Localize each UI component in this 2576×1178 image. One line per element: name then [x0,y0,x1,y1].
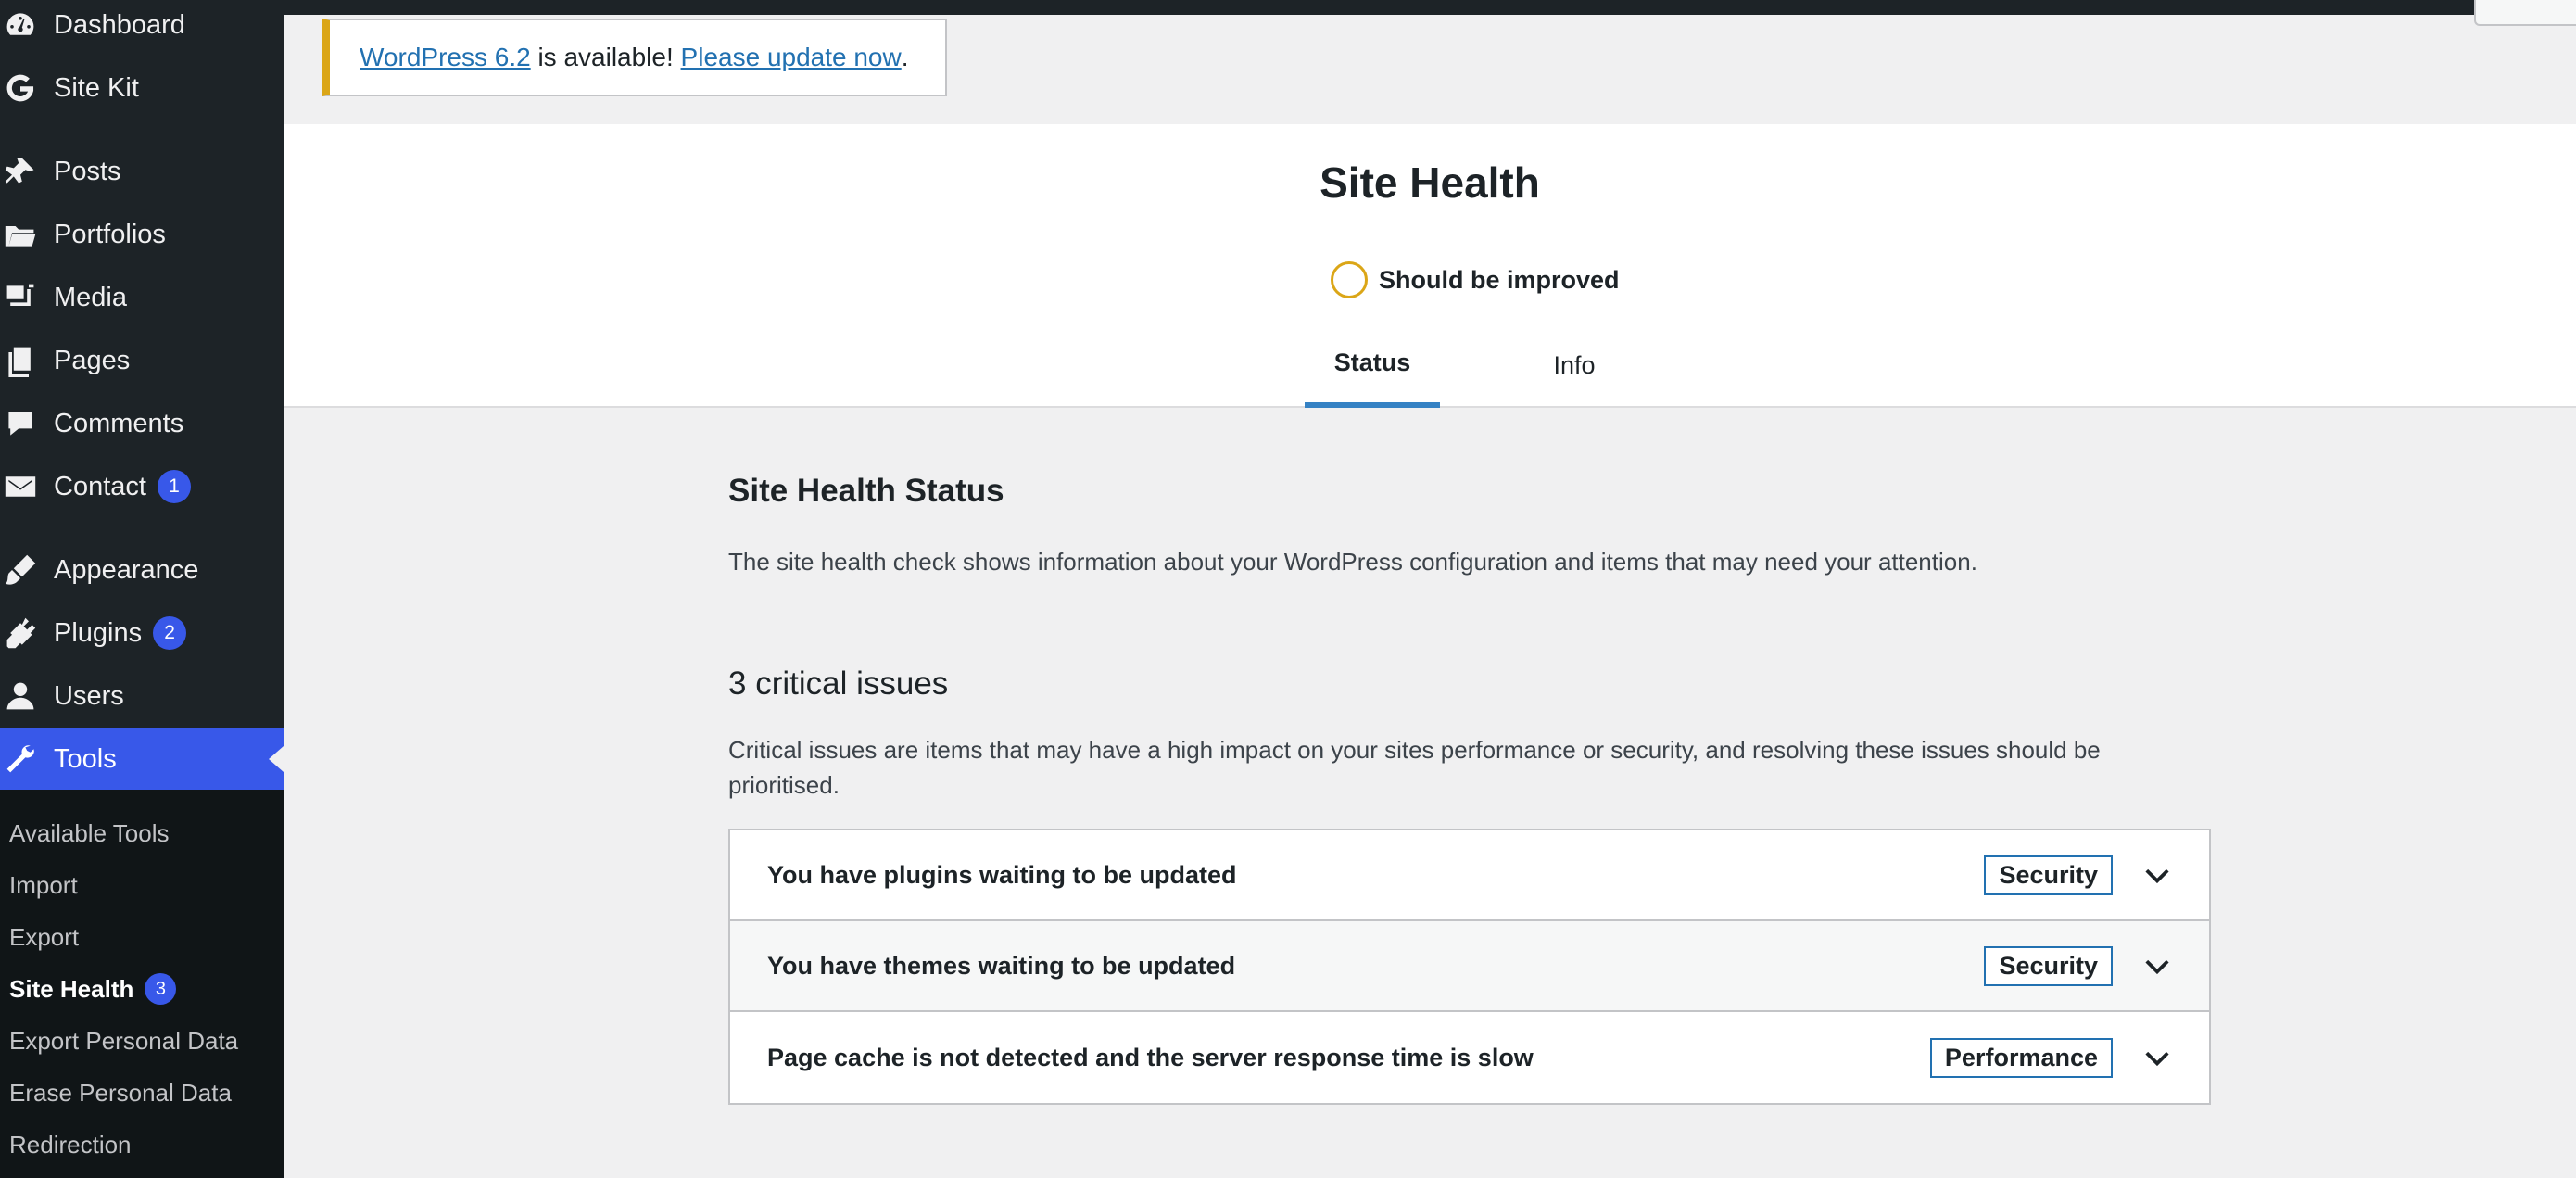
sidebar-item-label: Site Kit [54,72,139,103]
admin-bar [0,0,2576,15]
contact-count-badge: 1 [157,470,191,503]
site-health-count-badge: 3 [145,973,177,1005]
sidebar-item-label: Dashboard [54,9,185,40]
issue-badge: Performance [1929,1037,2113,1078]
sidebar-item-dashboard[interactable]: Dashboard [0,0,284,56]
sidebar-item-label: Pages [54,345,131,375]
sidebar-item-label: Users [54,680,124,711]
wordpress-version-link[interactable]: WordPress 6.2 [360,43,531,72]
submenu-item-import[interactable]: Import [9,865,78,906]
critical-issues-description: Critical issues are items that may have … [728,736,2101,799]
current-menu-arrow [269,746,284,772]
sidebar-item-users[interactable]: Users [0,665,284,727]
notice-end: . [901,43,909,71]
health-rating: Should be improved [1331,261,1620,298]
submenu-item-erase-personal-data[interactable]: Erase Personal Data [9,1072,232,1113]
comment-icon [2,405,39,442]
submenu-item-redirection[interactable]: Redirection [9,1124,132,1165]
tab-status[interactable]: Status [1305,323,1440,408]
issue-badge: Security [1984,945,2113,986]
issue-title: You have plugins waiting to be updated [767,860,1237,889]
submenu-item-site-health[interactable]: Site Health 3 [9,969,177,1009]
google-g-icon [2,70,39,107]
chevron-down-icon[interactable] [2139,947,2176,984]
notice-text: is available! [530,43,681,71]
submenu-item-export[interactable]: Export [9,917,79,957]
issue-title: You have themes waiting to be updated [767,951,1236,980]
sidebar-item-label: Posts [54,156,121,186]
sidebar-item-media[interactable]: Media [0,267,284,328]
sidebar-item-site-kit[interactable]: Site Kit [0,57,284,119]
user-icon [2,678,39,715]
sidebar-item-label: Comments [54,408,184,438]
sidebar-item-label: Portfolios [54,219,166,249]
sidebar-item-label: Media [54,282,127,312]
status-heading: Site Health Status [728,473,1004,509]
brush-icon [2,551,39,589]
issue-title: Page cache is not detected and the serve… [767,1043,1534,1071]
page-title: Site Health [1320,158,1540,207]
sidebar-item-label: Contact [54,471,146,501]
tab-info[interactable]: Info [1507,323,1642,408]
progress-ring-icon [1331,261,1368,298]
sidebar-item-pages[interactable]: Pages [0,330,284,391]
sidebar-item-plugins[interactable]: Plugins 2 [0,602,284,664]
issue-row[interactable]: Page cache is not detected and the serve… [730,1012,2209,1103]
submenu-item-label: Site Health [9,974,134,1003]
submenu-item-available-tools[interactable]: Available Tools [9,813,170,854]
plugins-count-badge: 2 [153,616,187,650]
issue-badge: Security [1984,855,2113,895]
media-icon [2,279,39,316]
tools-submenu: Available Tools Import Export Site Healt… [0,790,284,1178]
mail-icon [2,468,39,505]
sidebar-item-label: Plugins [54,617,143,648]
folder-icon [2,216,39,253]
site-health-header: Site Health Should be improved Status In… [284,124,2576,408]
chevron-down-icon[interactable] [2139,856,2176,893]
issue-row[interactable]: You have themes waiting to be updated Se… [730,921,2209,1012]
dashboard-icon [2,6,39,44]
issue-row[interactable]: You have plugins waiting to be updated S… [730,830,2209,921]
update-now-link[interactable]: Please update now [681,43,902,72]
sidebar-item-appearance[interactable]: Appearance [0,539,284,601]
update-notice: WordPress 6.2 is available! Please updat… [322,19,947,96]
wrench-icon [2,741,39,778]
rating-label: Should be improved [1379,265,1620,294]
sidebar-item-contact[interactable]: Contact 1 [0,456,284,517]
critical-issues-list: You have plugins waiting to be updated S… [728,829,2211,1105]
pin-icon [2,153,39,190]
admin-sidebar: Dashboard Site Kit Posts Portfolios Medi… [0,0,284,1178]
sidebar-item-label: Appearance [54,554,199,585]
critical-issues-heading: 3 critical issues [728,665,949,702]
submenu-item-export-personal-data[interactable]: Export Personal Data [9,1020,238,1061]
chevron-down-icon[interactable] [2139,1039,2176,1076]
sidebar-item-posts[interactable]: Posts [0,141,284,202]
screen-options-button[interactable] [2474,0,2576,26]
sidebar-item-label: Tools [54,743,117,774]
sidebar-item-tools[interactable]: Tools [0,728,284,790]
plugin-icon [2,614,39,652]
sidebar-item-comments[interactable]: Comments [0,393,284,454]
sidebar-item-portfolios[interactable]: Portfolios [0,204,284,265]
pages-icon [2,342,39,379]
status-description: The site health check shows information … [728,548,1977,576]
